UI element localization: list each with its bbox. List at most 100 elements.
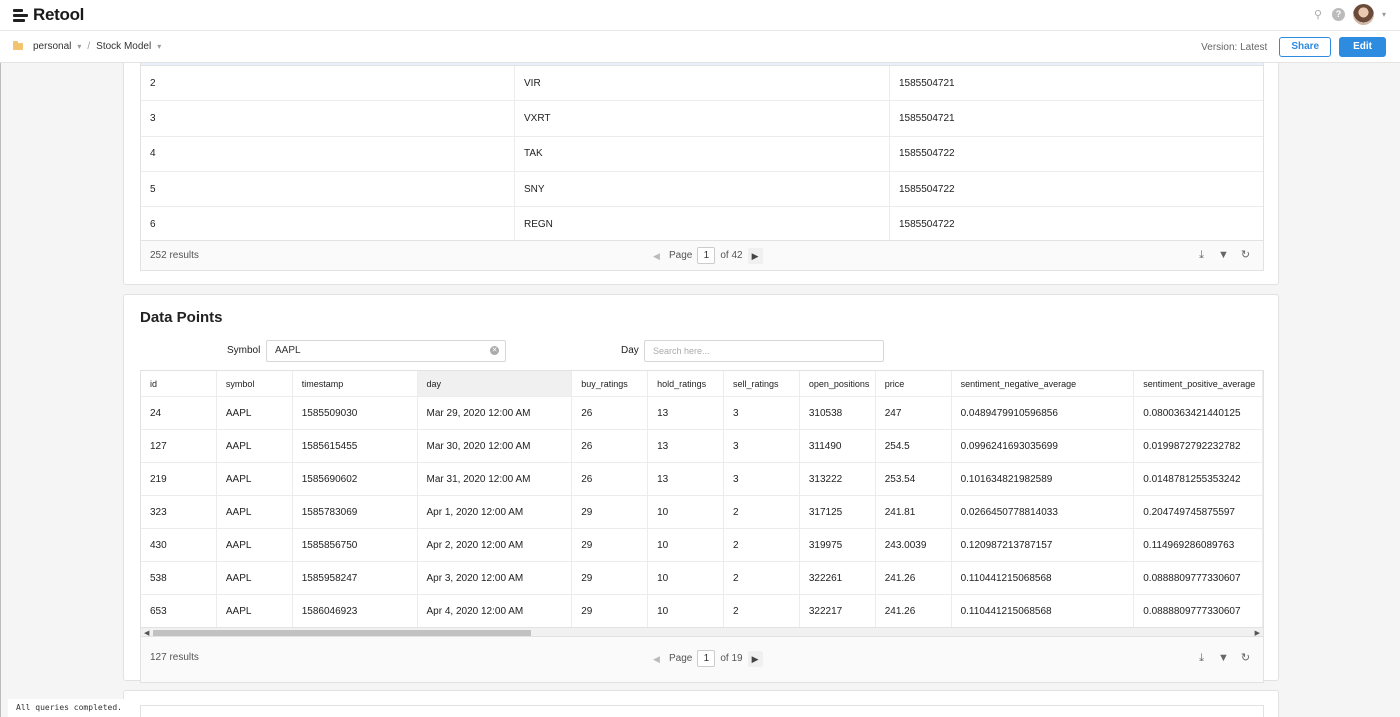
- table-cell[interactable]: 322261: [800, 562, 876, 594]
- column-header[interactable]: sentiment_negative_average: [952, 371, 1135, 396]
- table-row[interactable]: 127 AAPL 1585615455 Mar 30, 2020 12:00 AM 26…: [141, 430, 1263, 463]
- table-cell[interactable]: 1585504721: [890, 101, 1263, 135]
- table-cell[interactable]: AAPL: [217, 562, 293, 594]
- table-cell[interactable]: 10: [648, 562, 724, 594]
- download-icon[interactable]: ⤓: [1196, 249, 1207, 261]
- table-cell[interactable]: 13: [648, 463, 724, 495]
- column-header[interactable]: sell_ratings: [724, 371, 800, 396]
- table-cell[interactable]: 2: [724, 562, 800, 594]
- chevron-right-icon[interactable]: ▶: [747, 650, 763, 667]
- table-row[interactable]: 430 AAPL 1585856750 Apr 2, 2020 12:00 AM 29 1…: [141, 529, 1263, 562]
- table-cell[interactable]: 243.0039: [876, 529, 952, 561]
- table-cell[interactable]: 26: [572, 397, 649, 429]
- table-cell[interactable]: Apr 1, 2020 12:00 AM: [418, 496, 573, 528]
- table-cell[interactable]: 1585783069: [293, 496, 418, 528]
- table-cell[interactable]: AAPL: [217, 463, 293, 495]
- chevron-left-icon[interactable]: ◀: [649, 248, 664, 264]
- table-cell[interactable]: 0.0199872792232782: [1134, 430, 1263, 462]
- table-cell[interactable]: 219: [141, 463, 217, 495]
- retool-logo[interactable]: Retool: [13, 5, 84, 25]
- table-cell[interactable]: 10: [648, 595, 724, 627]
- table-cell[interactable]: AAPL: [217, 529, 293, 561]
- table-cell[interactable]: 3: [724, 430, 800, 462]
- table-cell[interactable]: 3: [724, 463, 800, 495]
- table-cell[interactable]: 317125: [800, 496, 876, 528]
- table-cell[interactable]: 538: [141, 562, 217, 594]
- table-cell[interactable]: 247: [876, 397, 952, 429]
- table-row[interactable]: 653 AAPL 1586046923 Apr 4, 2020 12:00 AM 29 1…: [141, 595, 1263, 628]
- table-cell[interactable]: VXRT: [515, 101, 890, 136]
- column-header[interactable]: price: [876, 371, 952, 396]
- breadcrumb-folder[interactable]: personal: [33, 41, 71, 52]
- table-cell[interactable]: 1585504722: [890, 207, 1263, 241]
- search-icon[interactable]: ⚲: [1312, 9, 1324, 21]
- table-cell[interactable]: 0.0996241693035699: [952, 430, 1135, 462]
- table-cell[interactable]: 0.114969286089763: [1134, 529, 1263, 561]
- column-header[interactable]: id: [141, 371, 217, 396]
- table-cell[interactable]: 6: [141, 207, 515, 242]
- page-input[interactable]: 1: [697, 650, 716, 667]
- table-cell[interactable]: AAPL: [217, 496, 293, 528]
- table-cell[interactable]: 254.5: [876, 430, 952, 462]
- column-header[interactable]: symbol: [217, 371, 293, 396]
- table-cell[interactable]: 310538: [800, 397, 876, 429]
- table-cell[interactable]: 1585690602: [293, 463, 418, 495]
- table-cell[interactable]: 26: [572, 430, 649, 462]
- breadcrumb-app-name[interactable]: Stock Model: [96, 41, 151, 52]
- column-header-selected[interactable]: day: [417, 371, 573, 396]
- chevron-left-icon[interactable]: ◀: [649, 651, 664, 667]
- table-cell[interactable]: 0.0489479910596856: [952, 397, 1135, 429]
- table-cell[interactable]: 0.101634821982589: [952, 463, 1135, 495]
- edit-button[interactable]: Edit: [1339, 37, 1386, 57]
- table-cell[interactable]: 0.110441215068568: [952, 595, 1135, 627]
- table-cell[interactable]: 0.0148781255353242: [1134, 463, 1263, 495]
- column-header[interactable]: sentiment_positive_average: [1134, 371, 1263, 396]
- table-row[interactable]: 5 SNY 1585504722: [141, 171, 1263, 208]
- table-cell[interactable]: 24: [141, 397, 217, 429]
- table-row[interactable]: 219 AAPL 1585690602 Mar 31, 2020 12:00 AM 26…: [141, 463, 1263, 496]
- avatar[interactable]: [1352, 4, 1374, 25]
- table-cell[interactable]: 4: [141, 136, 515, 171]
- table-cell[interactable]: 5: [141, 171, 515, 207]
- table-cell[interactable]: 3: [724, 397, 800, 429]
- table-cell[interactable]: 241.81: [876, 496, 952, 528]
- chevron-right-icon[interactable]: ▶: [747, 247, 763, 264]
- refresh-icon[interactable]: ↻: [1240, 249, 1251, 261]
- table-cell[interactable]: 0.120987213787157: [952, 529, 1135, 561]
- table-cell[interactable]: AAPL: [217, 595, 293, 627]
- page-input[interactable]: 1: [697, 247, 716, 264]
- table-cell[interactable]: 430: [141, 529, 217, 561]
- table-cell[interactable]: Mar 31, 2020 12:00 AM: [418, 463, 573, 495]
- table-cell[interactable]: 127: [141, 430, 217, 462]
- table-cell[interactable]: 0.0888809777330607: [1134, 562, 1263, 594]
- table-cell[interactable]: 10: [648, 496, 724, 528]
- table-cell[interactable]: 323: [141, 496, 217, 528]
- table-cell[interactable]: Apr 2, 2020 12:00 AM: [418, 529, 573, 561]
- table-cell[interactable]: 0.0266450778814033: [952, 496, 1135, 528]
- table-cell[interactable]: 1585504721: [890, 66, 1263, 100]
- table-cell[interactable]: 13: [648, 430, 724, 462]
- table-cell[interactable]: 311490: [800, 430, 876, 462]
- table-cell[interactable]: 3: [141, 101, 515, 136]
- table-cell[interactable]: 241.26: [876, 595, 952, 627]
- table-cell[interactable]: 10: [648, 529, 724, 561]
- table-cell[interactable]: 653: [141, 595, 217, 627]
- table-cell[interactable]: SNY: [515, 171, 890, 207]
- clear-icon[interactable]: ✕: [490, 346, 499, 355]
- table-cell[interactable]: 319975: [800, 529, 876, 561]
- table-cell[interactable]: 29: [572, 595, 649, 627]
- chevron-down-icon[interactable]: ▾: [77, 42, 81, 51]
- table-row[interactable]: 538 AAPL 1585958247 Apr 3, 2020 12:00 AM 29 1…: [141, 562, 1263, 595]
- table-row[interactable]: 2 VIR 1585504721: [141, 66, 1263, 102]
- filter-icon[interactable]: ▼: [1218, 249, 1229, 261]
- table-cell[interactable]: 26: [572, 463, 649, 495]
- download-icon[interactable]: ⤓: [1196, 652, 1207, 664]
- chevron-down-icon[interactable]: ▾: [157, 42, 161, 51]
- table-cell[interactable]: AAPL: [217, 397, 293, 429]
- refresh-icon[interactable]: ↻: [1240, 652, 1251, 664]
- table-cell[interactable]: 29: [572, 562, 649, 594]
- table-cell[interactable]: REGN: [515, 207, 890, 242]
- column-header[interactable]: open_positions: [800, 371, 876, 396]
- table-row[interactable]: 4 TAK 1585504722: [141, 136, 1263, 172]
- table-cell[interactable]: 2: [141, 66, 515, 101]
